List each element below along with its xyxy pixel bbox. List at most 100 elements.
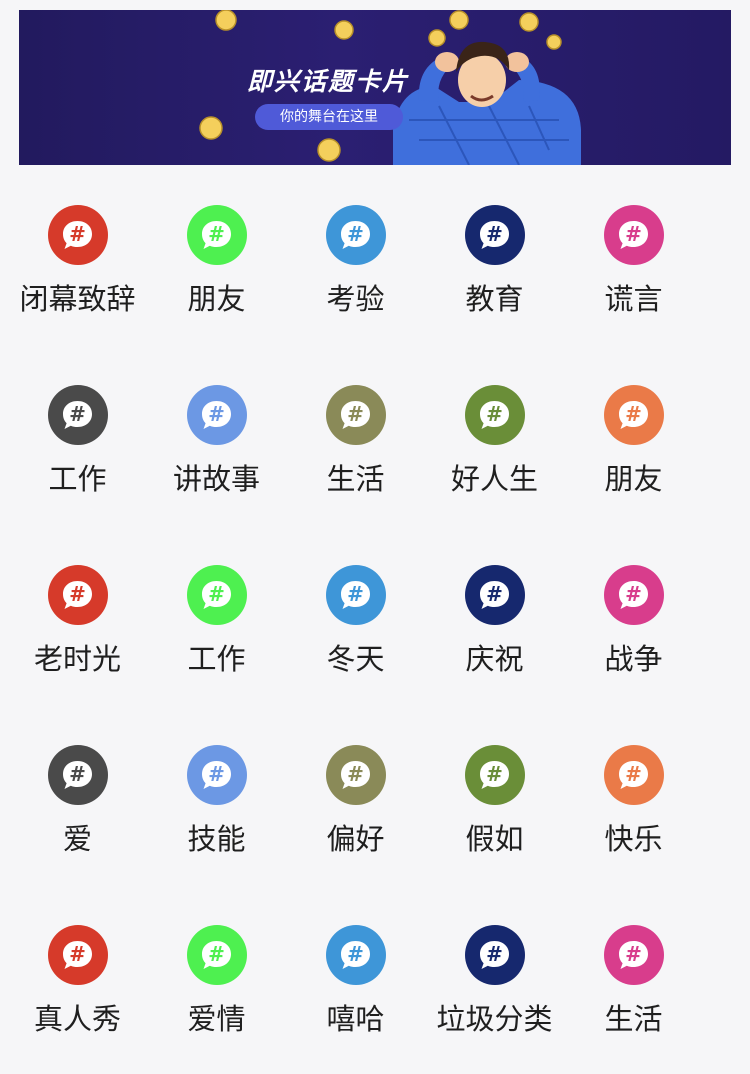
topic-label: 考验: [326, 282, 385, 316]
topic-item[interactable]: # 假如: [425, 720, 564, 900]
hashtag-glyph: #: [69, 761, 86, 786]
hashtag-glyph: #: [347, 401, 364, 426]
topic-label: 生活: [604, 1002, 663, 1036]
hashtag-bubble-icon: #: [464, 745, 525, 805]
topic-label: 爱情: [187, 1002, 246, 1036]
topic-label: 垃圾分类: [436, 1002, 553, 1036]
hashtag-bubble-icon: #: [325, 925, 386, 985]
hashtag-bubble-icon: #: [47, 565, 108, 625]
topic-item[interactable]: # 庆祝: [425, 540, 564, 720]
hashtag-bubble-icon: #: [186, 745, 247, 805]
hashtag-bubble-icon: #: [464, 925, 525, 985]
banner-title: 即兴话题卡片: [246, 67, 409, 96]
banner[interactable]: 即兴话题卡片 你的舞台在这里: [19, 10, 731, 165]
topic-item[interactable]: # 考验: [286, 180, 425, 360]
hashtag-glyph: #: [208, 941, 225, 966]
hashtag-bubble-icon: #: [186, 925, 247, 985]
hashtag-bubble-icon: #: [325, 565, 386, 625]
topic-label: 冬天: [326, 642, 385, 676]
hashtag-glyph: #: [69, 581, 86, 606]
topic-item[interactable]: # 教育: [425, 180, 564, 360]
topic-label: 老时光: [33, 642, 121, 676]
hashtag-glyph: #: [208, 401, 225, 426]
topic-item[interactable]: # 工作: [147, 540, 286, 720]
banner-subtitle-pill: 你的舞台在这里: [255, 104, 403, 130]
hashtag-glyph: #: [208, 581, 225, 606]
topic-label: 工作: [187, 642, 246, 676]
hashtag-glyph: #: [486, 401, 503, 426]
topic-label: 偏好: [326, 822, 385, 856]
topic-item[interactable]: # 冬天: [286, 540, 425, 720]
hashtag-glyph: #: [208, 761, 225, 786]
hashtag-bubble-icon: #: [186, 565, 247, 625]
topic-label: 工作: [48, 462, 107, 496]
hashtag-bubble-icon: #: [603, 565, 664, 625]
hashtag-bubble-icon: #: [603, 205, 664, 265]
topic-grid: # 闭幕致辞 # 朋友 # 考验 # 教育 # 谎言 # 工作 # 讲故事 # 生活 # 好人生 # 朋友 # 老时光 # 工…: [8, 180, 702, 1074]
hashtag-bubble-icon: #: [603, 745, 664, 805]
topic-item[interactable]: # 好人生: [425, 360, 564, 540]
topic-label: 技能: [187, 822, 246, 856]
topic-label: 教育: [465, 282, 524, 316]
topic-item[interactable]: # 嘻哈: [286, 900, 425, 1074]
hashtag-glyph: #: [486, 581, 503, 606]
topic-item[interactable]: # 闭幕致辞: [8, 180, 147, 360]
hashtag-bubble-icon: #: [325, 385, 386, 445]
topic-label: 庆祝: [465, 642, 524, 676]
hashtag-glyph: #: [625, 401, 642, 426]
topic-item[interactable]: # 技能: [147, 720, 286, 900]
topic-item[interactable]: # 讲故事: [147, 360, 286, 540]
page: 即兴话题卡片 你的舞台在这里 # 闭幕致辞 # 朋友 # 考验 # 教育 # 谎言 # 工作 # 讲故事 #…: [0, 0, 750, 1074]
hashtag-glyph: #: [625, 761, 642, 786]
topic-item[interactable]: # 朋友: [147, 180, 286, 360]
hashtag-glyph: #: [625, 221, 642, 246]
hashtag-bubble-icon: #: [186, 205, 247, 265]
topic-label: 战争: [604, 642, 663, 676]
topic-label: 爱: [62, 822, 92, 856]
hashtag-bubble-icon: #: [464, 385, 525, 445]
topic-item[interactable]: # 战争: [564, 540, 703, 720]
hashtag-glyph: #: [486, 761, 503, 786]
topic-label: 讲故事: [172, 462, 260, 496]
hashtag-glyph: #: [347, 761, 364, 786]
hashtag-bubble-icon: #: [47, 205, 108, 265]
hashtag-glyph: #: [486, 941, 503, 966]
topic-item[interactable]: # 谎言: [564, 180, 703, 360]
hashtag-glyph: #: [625, 941, 642, 966]
topic-item[interactable]: # 偏好: [286, 720, 425, 900]
topic-label: 朋友: [187, 282, 246, 316]
hashtag-glyph: #: [486, 221, 503, 246]
hashtag-glyph: #: [347, 941, 364, 966]
topic-item[interactable]: # 垃圾分类: [425, 900, 564, 1074]
topic-label: 真人秀: [33, 1002, 121, 1036]
hashtag-glyph: #: [69, 221, 86, 246]
topic-label: 闭幕致辞: [19, 282, 136, 316]
hashtag-bubble-icon: #: [47, 745, 108, 805]
topic-label: 嘻哈: [326, 1002, 385, 1036]
topic-item[interactable]: # 工作: [8, 360, 147, 540]
topic-label: 好人生: [450, 462, 538, 496]
topic-item[interactable]: # 真人秀: [8, 900, 147, 1074]
topic-item[interactable]: # 生活: [564, 900, 703, 1074]
topic-label: 快乐: [604, 822, 663, 856]
topic-item[interactable]: # 老时光: [8, 540, 147, 720]
hashtag-bubble-icon: #: [603, 385, 664, 445]
hashtag-bubble-icon: #: [186, 385, 247, 445]
topic-label: 朋友: [604, 462, 663, 496]
topic-item[interactable]: # 爱: [8, 720, 147, 900]
topic-item[interactable]: # 朋友: [564, 360, 703, 540]
topic-label: 假如: [465, 822, 524, 856]
hashtag-glyph: #: [347, 221, 364, 246]
topic-label: 生活: [326, 462, 385, 496]
hashtag-bubble-icon: #: [464, 205, 525, 265]
topic-label: 谎言: [604, 282, 663, 316]
hashtag-bubble-icon: #: [325, 205, 386, 265]
topic-item[interactable]: # 快乐: [564, 720, 703, 900]
hashtag-glyph: #: [69, 401, 86, 426]
hashtag-glyph: #: [625, 581, 642, 606]
hashtag-glyph: #: [347, 581, 364, 606]
hashtag-bubble-icon: #: [464, 565, 525, 625]
topic-item[interactable]: # 生活: [286, 360, 425, 540]
hashtag-bubble-icon: #: [47, 925, 108, 985]
topic-item[interactable]: # 爱情: [147, 900, 286, 1074]
